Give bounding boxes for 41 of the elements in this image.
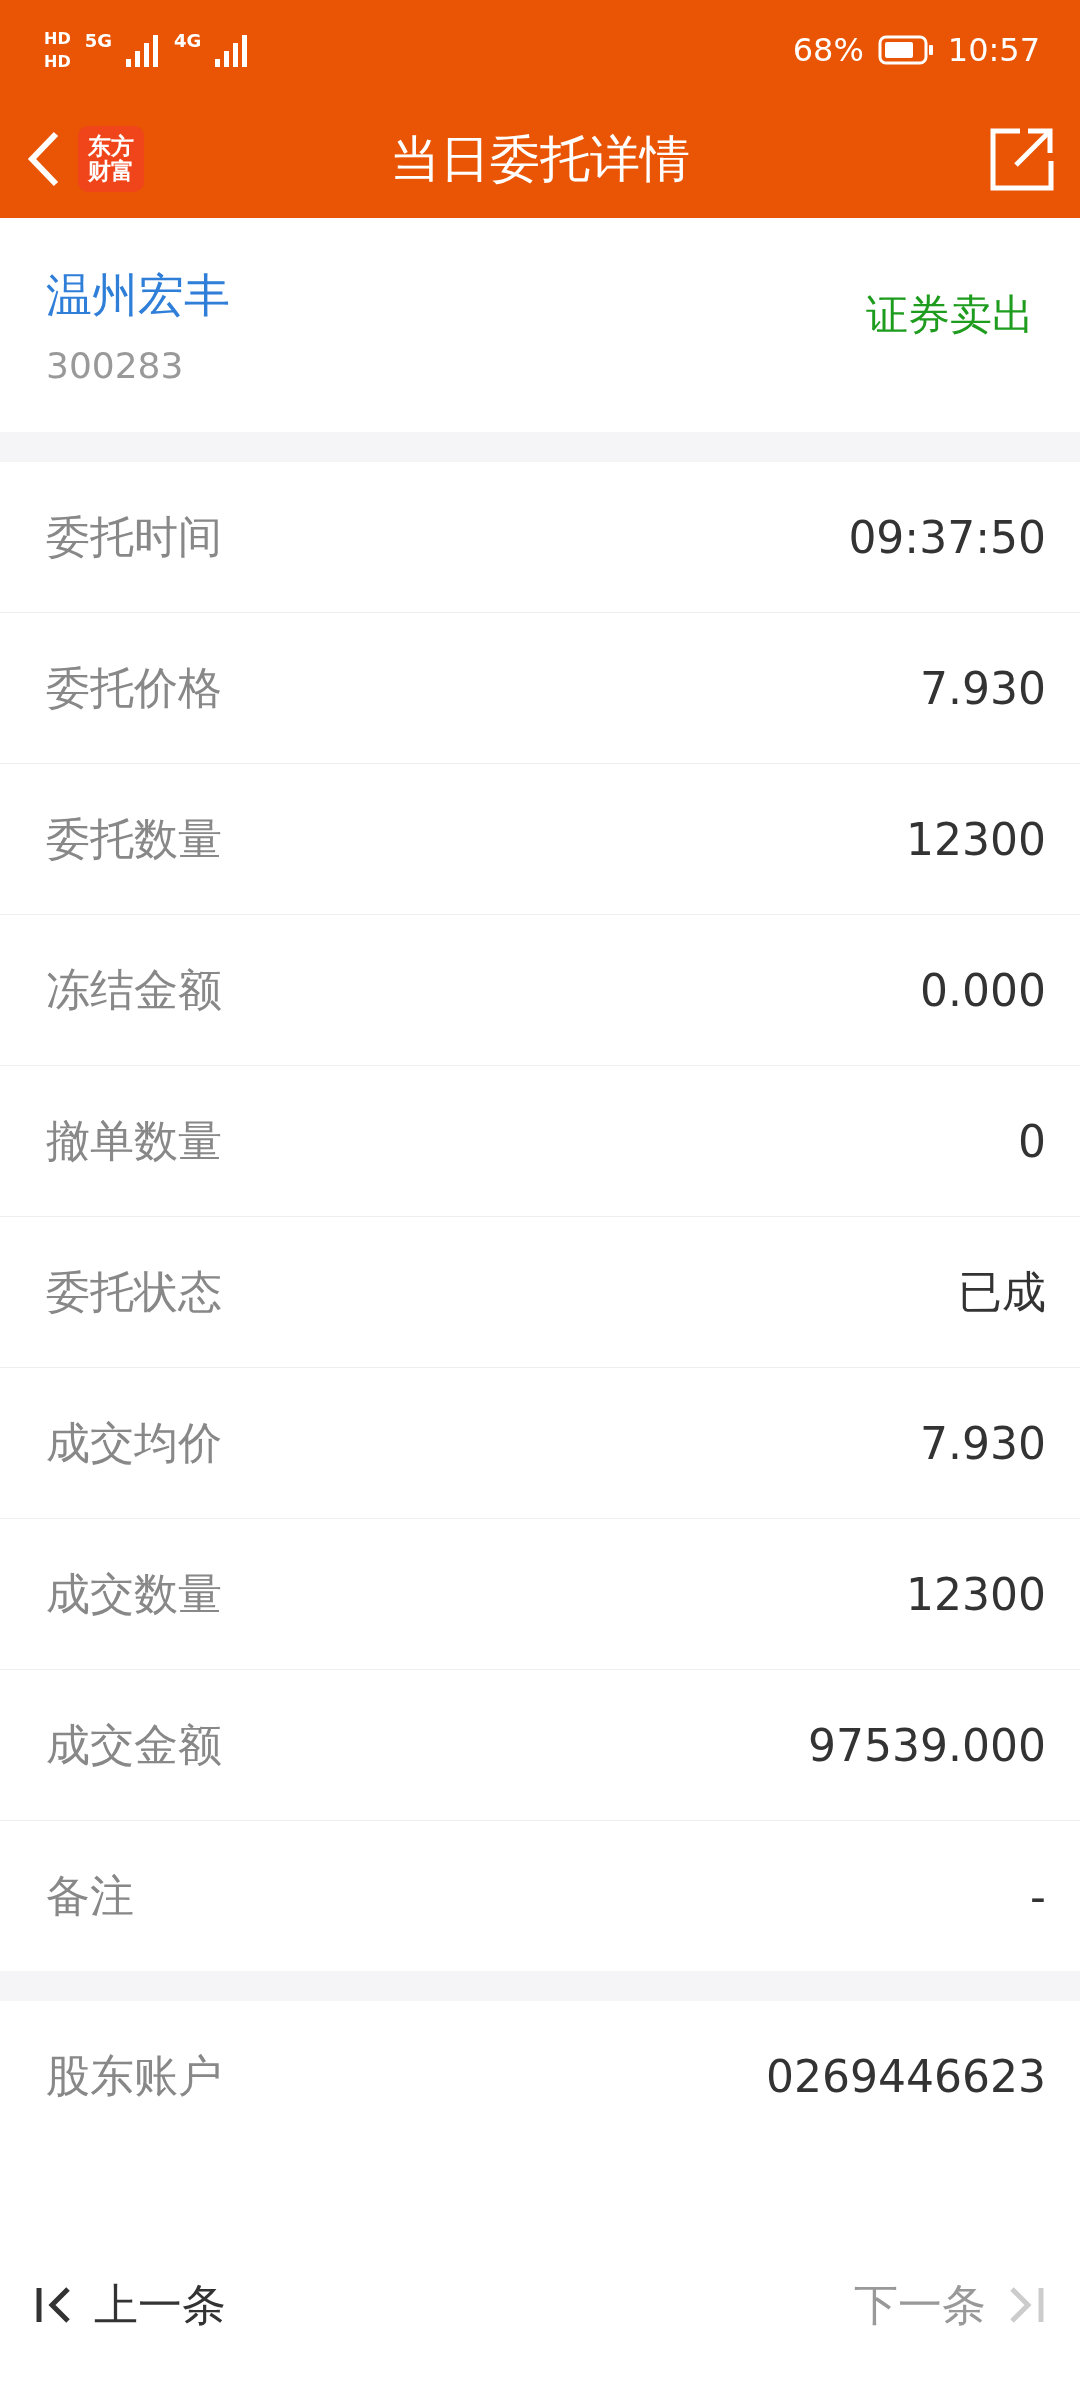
battery-icon	[877, 35, 934, 65]
stock-code: 300283	[46, 344, 185, 386]
stock-name: 温州宏丰	[46, 266, 231, 324]
field-value: 7.930	[920, 1417, 1046, 1469]
field-label: 备注	[46, 1868, 134, 1923]
field-value: -	[1030, 1870, 1046, 1922]
share-icon[interactable]	[990, 127, 1054, 191]
network-label: 5G	[84, 30, 112, 51]
sim-label: HD	[44, 29, 71, 48]
field-value: 0	[1018, 1115, 1046, 1167]
back-icon[interactable]	[26, 130, 60, 188]
field-label: 委托价格	[46, 660, 222, 715]
field-label: 成交均价	[46, 1415, 222, 1470]
field-label: 股东账户	[46, 2048, 222, 2103]
app-logo: 东方 财富	[78, 126, 144, 192]
network-label: 4G	[174, 30, 202, 51]
signal-icon	[126, 33, 160, 67]
field-label: 委托数量	[46, 811, 222, 866]
trade-type: 证券卖出	[866, 289, 1034, 341]
page-title: 当日委托详情	[389, 128, 691, 190]
skip-first-icon	[36, 2286, 72, 2324]
field-label: 成交数量	[46, 1566, 222, 1621]
field-label: 委托时间	[46, 509, 222, 564]
sim-label: HD	[44, 52, 71, 71]
field-label: 成交金额	[46, 1717, 222, 1772]
field-value: 12300	[906, 1568, 1046, 1620]
signal-icon	[215, 33, 250, 67]
field-value: 12300	[906, 813, 1046, 865]
field-label: 冻结金额	[46, 962, 222, 1017]
field-value: 7.930	[920, 662, 1046, 714]
previous-button[interactable]: 上一条	[36, 2275, 226, 2335]
clock: 10:57	[947, 31, 1040, 69]
field-value: 97539.000	[808, 1719, 1046, 1771]
field-value: 09:37:50	[848, 511, 1046, 563]
battery-percent: 68%	[792, 31, 864, 69]
field-value: 0.000	[920, 964, 1046, 1016]
field-value: 0269446623	[766, 2050, 1046, 2102]
field-label: 委托状态	[46, 1264, 222, 1319]
field-value: 已成	[958, 1264, 1046, 1319]
skip-last-icon	[1008, 2286, 1044, 2324]
field-label: 撤单数量	[46, 1113, 222, 1168]
